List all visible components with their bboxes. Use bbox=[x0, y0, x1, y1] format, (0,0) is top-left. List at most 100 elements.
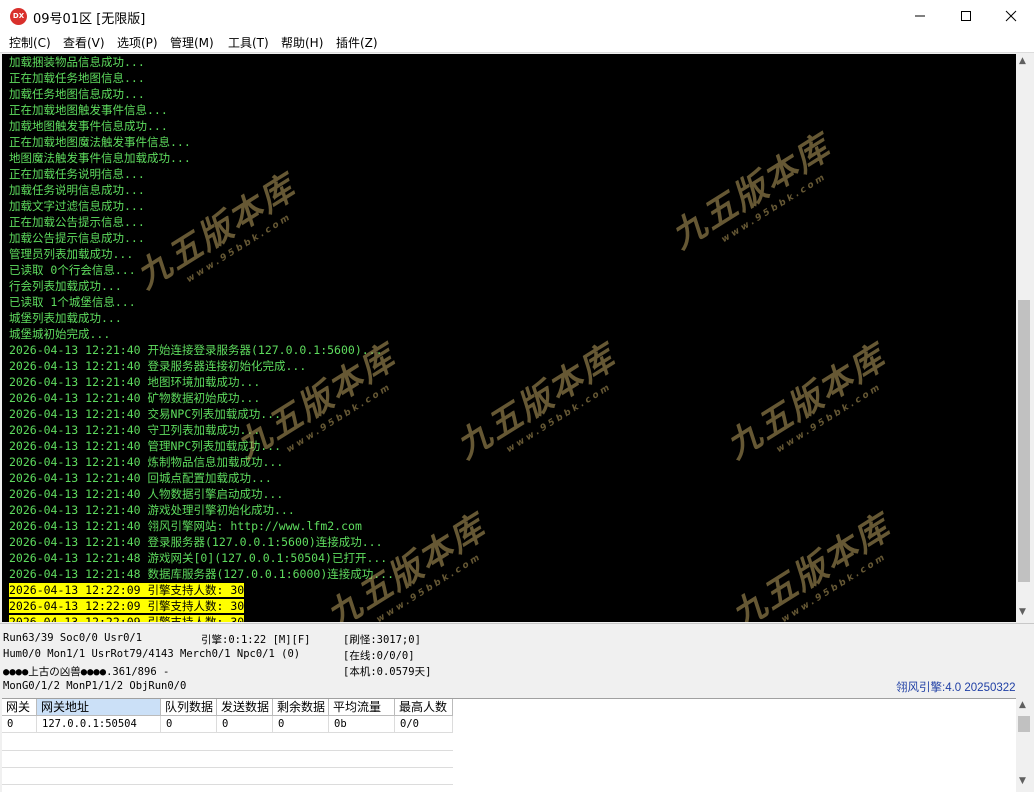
log-line-text: 2026-04-13 12:21:40 守卫列表加载成功... bbox=[9, 423, 261, 437]
window-title: 09号01区 [无限版] bbox=[33, 12, 146, 27]
log-line: 2026-04-13 12:22:09 引擎支持人数: 30 bbox=[2, 598, 1016, 614]
log-line: 加载地图触发事件信息成功... bbox=[2, 118, 1016, 134]
status-hum: Hum0/0 Mon1/1 UsrRot79/4143 Merch0/1 Npc… bbox=[3, 648, 301, 660]
col-header-traffic[interactable]: 平均流量 bbox=[329, 699, 395, 716]
log-line-text: 2026-04-13 12:21:48 游戏网关[0](127.0.0.1:50… bbox=[9, 551, 388, 565]
log-line-text: 加载任务说明信息成功... bbox=[9, 183, 145, 197]
log-line: 2026-04-13 12:21:40 登录服务器连接初始化完成... bbox=[2, 358, 1016, 374]
log-line-text: 正在加载地图魔法触发事件信息... bbox=[9, 135, 191, 149]
log-line: 2026-04-13 12:21:40 交易NPC列表加载成功... bbox=[2, 406, 1016, 422]
minimize-icon bbox=[915, 15, 925, 17]
cell-sent[interactable]: 0 bbox=[217, 716, 273, 733]
menu-options[interactable]: 选项(P) bbox=[117, 34, 158, 51]
log-line: 2026-04-13 12:21:40 人物数据引擎启动成功... bbox=[2, 486, 1016, 502]
log-line-text: 加载任务地图信息成功... bbox=[9, 87, 145, 101]
menu-help[interactable]: 帮助(H) bbox=[281, 34, 323, 51]
scroll-thumb[interactable] bbox=[1018, 300, 1030, 582]
log-line: 2026-04-13 12:22:09 引擎支持人数: 30 bbox=[2, 582, 1016, 598]
log-line-text: 2026-04-13 12:21:40 地图环境加载成功... bbox=[9, 375, 261, 389]
log-line: 2026-04-13 12:21:40 翎风引擎网站: http://www.l… bbox=[2, 518, 1016, 534]
scroll-up-icon[interactable]: ▲ bbox=[1019, 56, 1026, 66]
log-line: 加载公告提示信息成功... bbox=[2, 230, 1016, 246]
cell-address[interactable]: 127.0.0.1:50504 bbox=[37, 716, 161, 733]
status-mongen: MonG0/1/2 MonP1/1/2 ObjRun0/0 bbox=[3, 680, 187, 692]
log-line: 2026-04-13 12:21:40 炼制物品信息加载成功... bbox=[2, 454, 1016, 470]
log-line: 正在加载地图触发事件信息... bbox=[2, 102, 1016, 118]
col-header-address[interactable]: 网关地址 bbox=[37, 699, 161, 716]
log-line: 正在加载任务说明信息... bbox=[2, 166, 1016, 182]
log-line-text: 加载地图触发事件信息成功... bbox=[9, 119, 168, 133]
log-line: 2026-04-13 12:21:48 游戏网关[0](127.0.0.1:50… bbox=[2, 550, 1016, 566]
col-header-sent[interactable]: 发送数据 bbox=[217, 699, 273, 716]
log-line: 正在加载地图魔法触发事件信息... bbox=[2, 134, 1016, 150]
maximize-icon bbox=[961, 11, 971, 21]
gateway-grid[interactable]: 网关 网关地址 队列数据 发送数据 剩余数据 平均流量 最高人数 0 127.0… bbox=[2, 698, 1016, 792]
log-list: 加载捆装物品信息成功... 正在加载任务地图信息... 加载任务地图信息成功... 正… bbox=[2, 54, 1016, 622]
col-header-gateway[interactable]: 网关 bbox=[2, 699, 37, 716]
menu-manage[interactable]: 管理(M) bbox=[170, 34, 214, 51]
log-line-text: 2026-04-13 12:21:40 登录服务器连接初始化完成... bbox=[9, 359, 307, 373]
menu-tools[interactable]: 工具(T) bbox=[228, 34, 269, 51]
log-line: 2026-04-13 12:21:48 数据库服务器(127.0.0.1:600… bbox=[2, 566, 1016, 582]
cell-queue[interactable]: 0 bbox=[161, 716, 217, 733]
cell-traffic[interactable]: 0b bbox=[329, 716, 395, 733]
console-scrollbar[interactable]: ▲ ▼ bbox=[1016, 54, 1032, 622]
status-panel: Run63/39 Soc0/0 Usr0/1 引擎:0:1:22 [M][F] … bbox=[0, 623, 1034, 696]
log-line-text: 城堡城初始完成... bbox=[9, 327, 111, 341]
log-line: 地图魔法触发事件信息加载成功... bbox=[2, 150, 1016, 166]
log-line: 正在加载任务地图信息... bbox=[2, 70, 1016, 86]
col-header-queue[interactable]: 队列数据 bbox=[161, 699, 217, 716]
engine-version: 翎风引擎:4.0 20250322 bbox=[896, 682, 1016, 694]
col-header-remaining[interactable]: 剩余数据 bbox=[273, 699, 329, 716]
scroll-thumb[interactable] bbox=[1018, 716, 1030, 732]
menu-control[interactable]: 控制(C) bbox=[9, 34, 51, 51]
cell-max-users[interactable]: 0/0 bbox=[395, 716, 453, 733]
log-line: 城堡列表加载成功... bbox=[2, 310, 1016, 326]
close-button[interactable] bbox=[988, 0, 1034, 32]
log-line-text: 2026-04-13 12:21:40 翎风引擎网站: http://www.l… bbox=[9, 519, 362, 533]
log-line: 2026-04-13 12:22:09 引擎支持人数: 30 bbox=[2, 614, 1016, 622]
log-line-text: 2026-04-13 12:21:40 游戏处理引擎初始化成功... bbox=[9, 503, 295, 517]
app-icon: DX bbox=[10, 8, 27, 25]
log-line-text: 已读取 0个行会信息... bbox=[9, 263, 136, 277]
scroll-up-icon[interactable]: ▲ bbox=[1019, 700, 1026, 710]
table-row-empty bbox=[2, 733, 453, 751]
log-line: 2026-04-13 12:21:40 守卫列表加载成功... bbox=[2, 422, 1016, 438]
cell-remaining[interactable]: 0 bbox=[273, 716, 329, 733]
menu-view[interactable]: 查看(V) bbox=[63, 34, 105, 51]
log-line-text: 管理员列表加载成功... bbox=[9, 247, 134, 261]
log-line-text: 2026-04-13 12:21:40 矿物数据初始成功... bbox=[9, 391, 261, 405]
log-line: 管理员列表加载成功... bbox=[2, 246, 1016, 262]
log-line: 2026-04-13 12:21:40 登录服务器(127.0.0.1:5600… bbox=[2, 534, 1016, 550]
log-line: 正在加载公告提示信息... bbox=[2, 214, 1016, 230]
scroll-down-icon[interactable]: ▼ bbox=[1019, 776, 1026, 786]
grid-scrollbar[interactable]: ▲ ▼ bbox=[1016, 698, 1032, 791]
log-line-text: 2026-04-13 12:21:40 回城点配置加载成功... bbox=[9, 471, 272, 485]
log-line-text: 加载公告提示信息成功... bbox=[9, 231, 145, 245]
log-line-text: 2026-04-13 12:22:09 引擎支持人数: 30 bbox=[9, 599, 245, 613]
log-line-text: 正在加载公告提示信息... bbox=[9, 215, 145, 229]
log-console[interactable]: 加载捆装物品信息成功... 正在加载任务地图信息... 加载任务地图信息成功... 正… bbox=[2, 54, 1016, 622]
log-line-text: 正在加载地图触发事件信息... bbox=[9, 103, 168, 117]
title-bar[interactable]: DX 09号01区 [无限版] bbox=[0, 0, 1034, 32]
log-line-text: 2026-04-13 12:21:40 炼制物品信息加载成功... bbox=[9, 455, 284, 469]
log-line-text: 2026-04-13 12:21:40 开始连接登录服务器(127.0.0.1:… bbox=[9, 343, 383, 357]
cell-gateway[interactable]: 0 bbox=[2, 716, 37, 733]
status-run: Run63/39 Soc0/0 Usr0/1 bbox=[3, 632, 143, 644]
log-line-text: 2026-04-13 12:21:40 登录服务器(127.0.0.1:5600… bbox=[9, 535, 383, 549]
menu-plugins[interactable]: 插件(Z) bbox=[336, 34, 378, 51]
maximize-button[interactable] bbox=[943, 0, 989, 32]
log-line: 2026-04-13 12:21:40 回城点配置加载成功... bbox=[2, 470, 1016, 486]
minimize-button[interactable] bbox=[897, 0, 943, 32]
col-header-max-users[interactable]: 最高人数 bbox=[395, 699, 453, 716]
log-line-text: 行会列表加载成功... bbox=[9, 279, 122, 293]
log-line-text: 2026-04-13 12:21:40 管理NPC列表加载成功... bbox=[9, 439, 282, 453]
log-line-text: 加载文字过滤信息成功... bbox=[9, 199, 145, 213]
scroll-down-icon[interactable]: ▼ bbox=[1019, 607, 1026, 617]
status-local: [本机:0.0579天] bbox=[343, 666, 432, 678]
log-line-text: 城堡列表加载成功... bbox=[9, 311, 122, 325]
log-line-text: 正在加载任务说明信息... bbox=[9, 167, 145, 181]
log-line: 加载文字过滤信息成功... bbox=[2, 198, 1016, 214]
log-line-text: 2026-04-13 12:21:40 人物数据引擎启动成功... bbox=[9, 487, 284, 501]
log-line-text: 加载捆装物品信息成功... bbox=[9, 55, 145, 69]
